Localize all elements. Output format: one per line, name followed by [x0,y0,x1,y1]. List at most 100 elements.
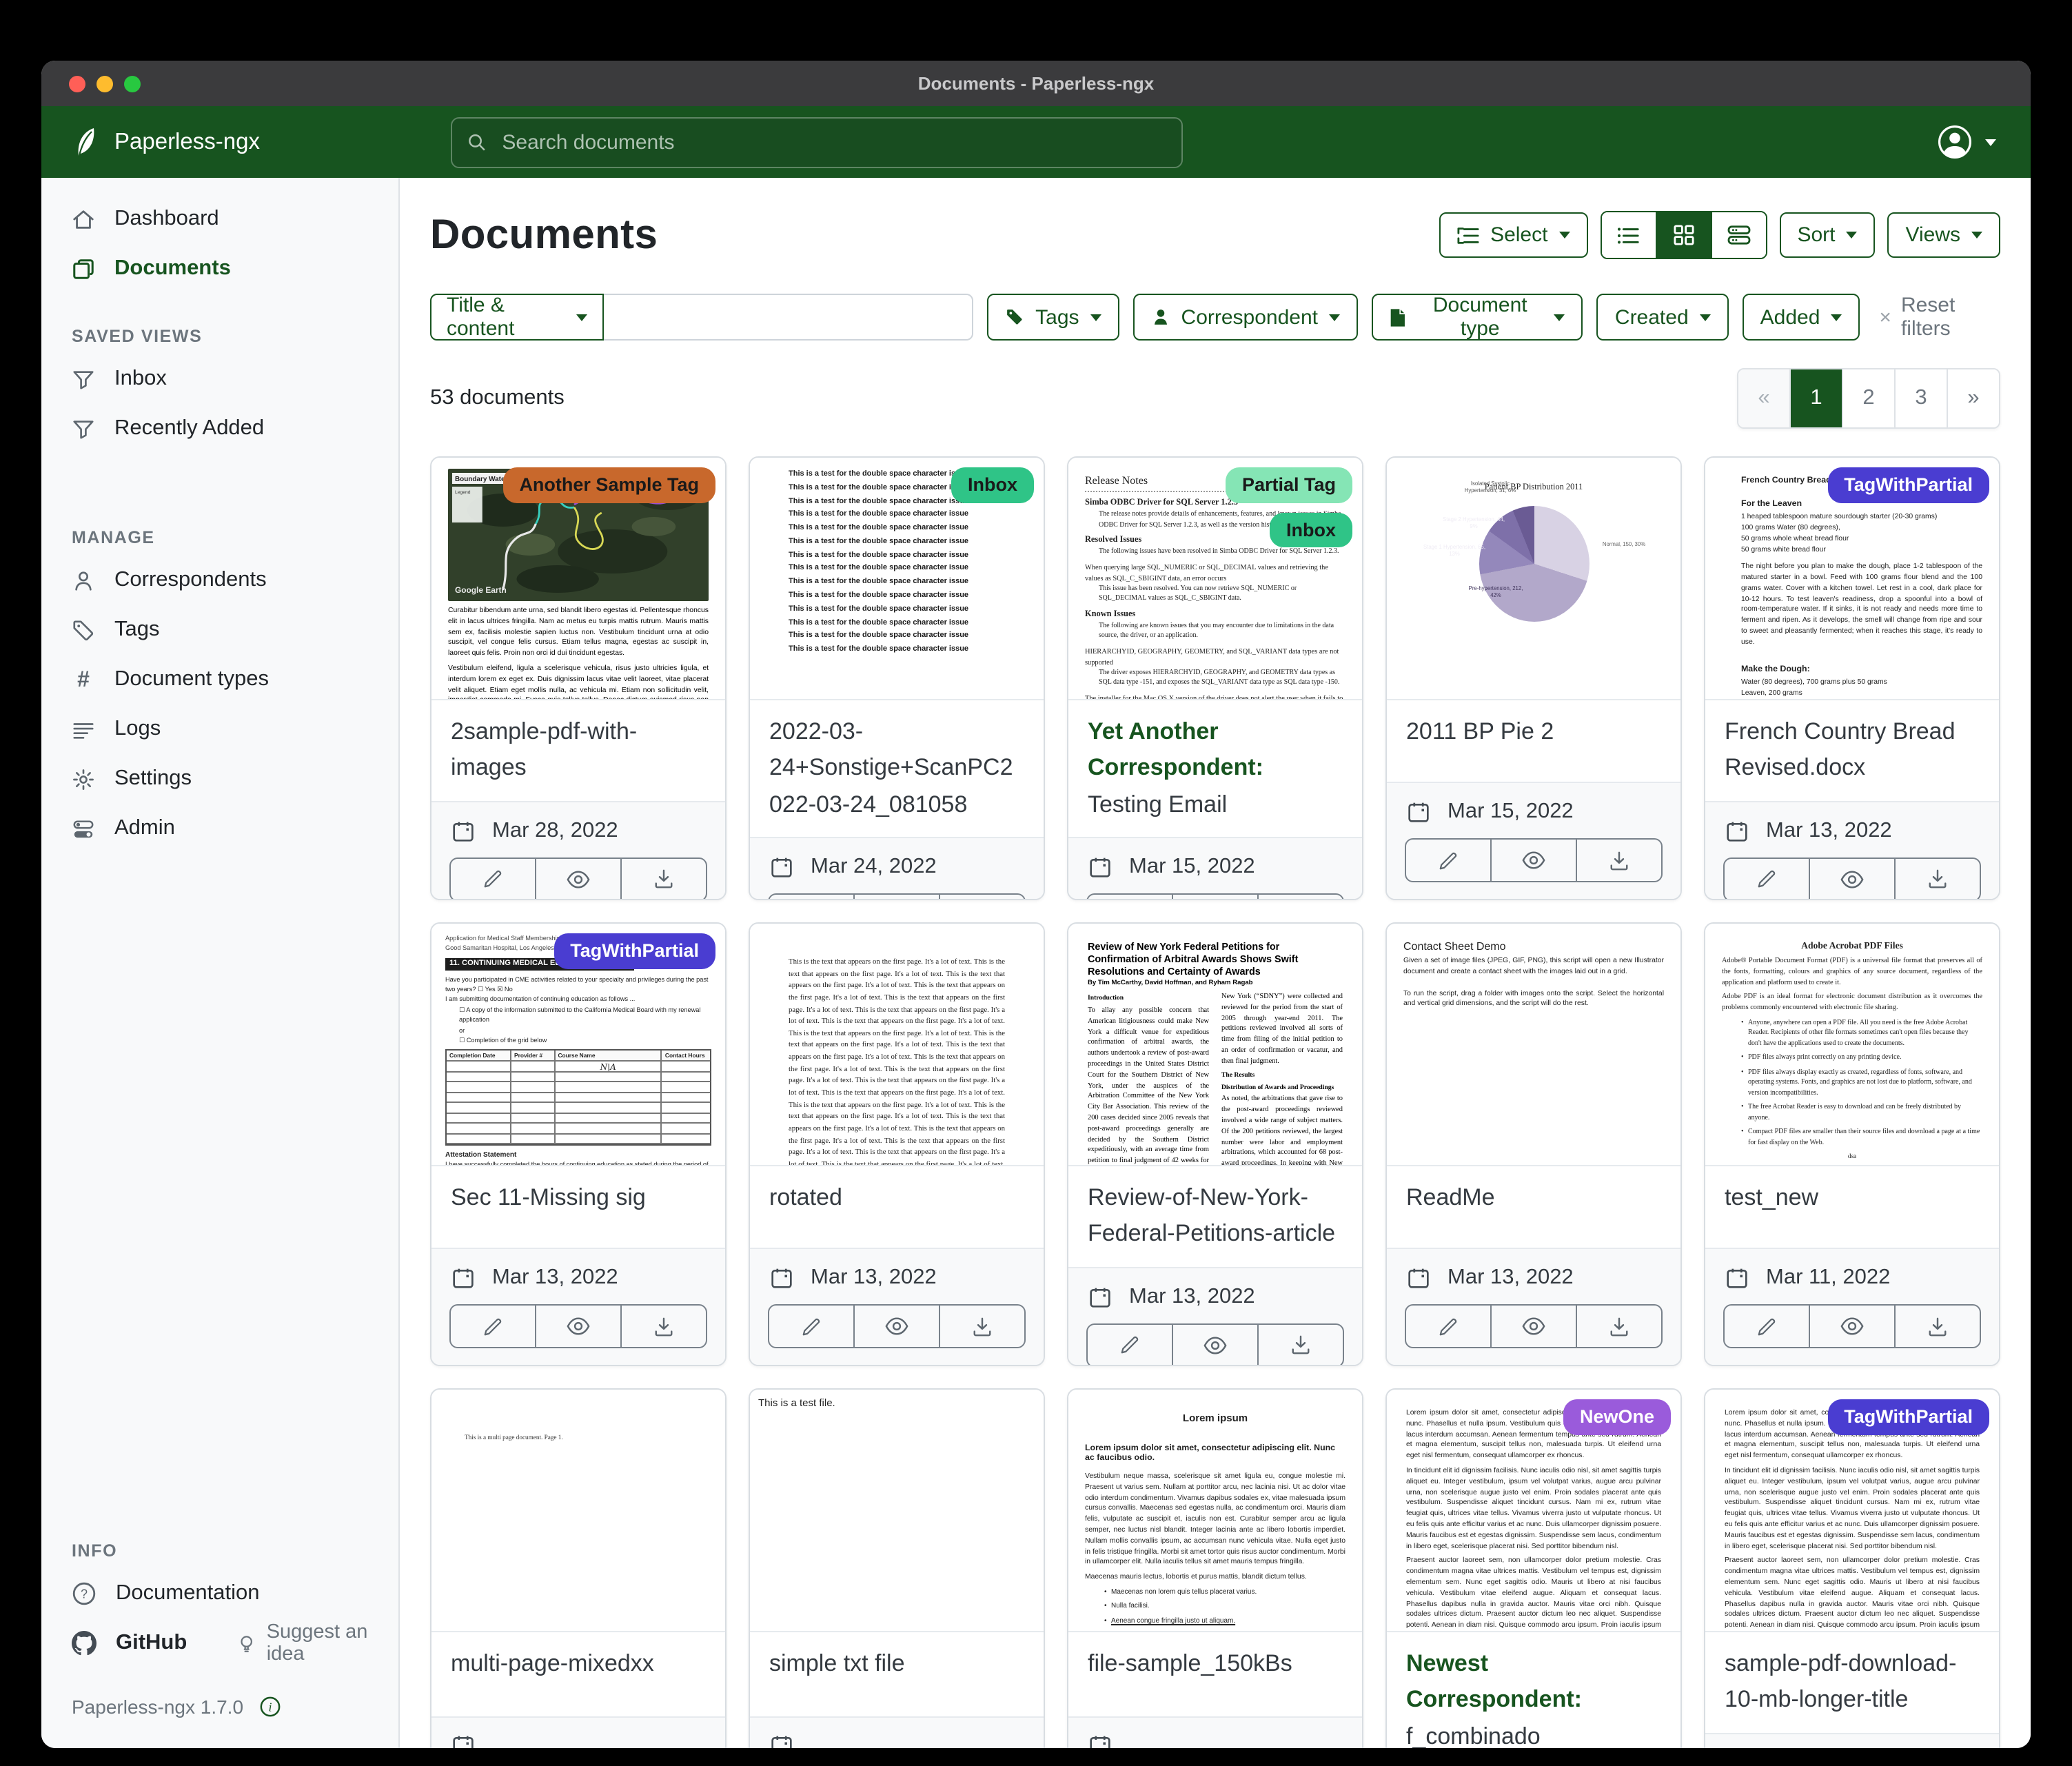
edit-button[interactable] [1725,1306,1809,1347]
filter-created-button[interactable]: Created [1597,294,1729,341]
edit-button[interactable] [1725,858,1809,900]
document-title[interactable]: Newest Correspondent: f_combinado [1387,1632,1680,1748]
document-title[interactable]: multi-page-mixedxx [431,1632,725,1716]
sidebar-item-documents[interactable]: Documents [41,244,398,294]
download-button[interactable] [1894,858,1980,900]
document-thumbnail[interactable]: This is the text that appears on the fir… [750,924,1044,1166]
tag-badge[interactable]: NewOne [1563,1399,1671,1434]
document-thumbnail[interactable]: Release NotesSimba ODBC Driver for SQL S… [1068,458,1362,700]
download-button[interactable] [939,895,1024,900]
view-button[interactable] [853,1306,939,1347]
tag-badge[interactable]: TagWithPartial [553,933,715,968]
download-button[interactable] [1576,1306,1661,1347]
view-button[interactable] [535,1306,620,1347]
edit-button[interactable] [1406,840,1490,881]
document-title[interactable]: 2022-03-24+Sonstige+ScanPC2022-03-24_081… [750,700,1044,837]
zoom-window-button[interactable] [124,75,141,92]
view-button[interactable] [535,858,620,900]
download-button[interactable] [1894,1306,1980,1347]
sidebar-item-settings[interactable]: Settings [41,754,398,804]
document-title[interactable]: Yet Another Correspondent: Testing Email [1068,700,1362,837]
document-thumbnail[interactable]: This is a test file. [750,1390,1044,1632]
document-title[interactable]: ReadMe [1387,1166,1680,1248]
document-title[interactable]: test_new [1705,1166,1999,1248]
document-title[interactable]: French Country Bread Revised.docx [1705,700,1999,800]
reset-filters-button[interactable]: × Reset filters [1879,294,2000,341]
edit-button[interactable] [1088,895,1172,900]
user-menu[interactable] [1937,124,2031,160]
sidebar-item-logs[interactable]: Logs [41,704,398,754]
filter-field-dropdown[interactable]: Title & content [430,294,604,341]
tag-badge[interactable]: Another Sample Tag [502,467,715,503]
sidebar-item-tags[interactable]: Tags [41,605,398,655]
info-circle-icon[interactable]: i [258,1696,281,1718]
tag-badge[interactable]: Inbox [1270,512,1352,547]
document-thumbnail[interactable]: Application for Medical Staff Membership… [431,924,725,1166]
download-button[interactable] [1257,1324,1343,1366]
tag-badge[interactable]: TagWithPartial [1827,467,1989,503]
document-thumbnail[interactable]: Patient BP Distribution 2011Isolated Sys… [1387,458,1680,700]
document-thumbnail[interactable]: This is a multi page document. Page 1. [431,1390,725,1632]
document-thumbnail[interactable]: This is a test for the double space char… [750,458,1044,700]
document-thumbnail[interactable]: Lorem ipsumLorem ipsum dolor sit amet, c… [1068,1390,1362,1632]
document-thumbnail[interactable]: Lorem ipsum dolor sit amet, consectetur … [1387,1390,1680,1632]
filter-tags-button[interactable]: Tags [987,294,1119,341]
view-list-button[interactable] [1601,212,1655,258]
sidebar-item-github[interactable]: GitHub [41,1618,201,1668]
tag-badge[interactable]: Partial Tag [1226,467,1352,503]
pagination-page-2[interactable]: 2 [1842,369,1894,427]
filter-query-input[interactable] [604,294,973,341]
edit-button[interactable] [1406,1306,1490,1347]
document-title[interactable]: simple txt file [750,1632,1044,1716]
edit-button[interactable] [451,1306,535,1347]
brand[interactable]: Paperless-ngx [41,127,409,157]
view-button[interactable] [1172,895,1257,900]
edit-button[interactable] [769,895,853,900]
view-grid-button[interactable] [1655,212,1710,258]
sidebar-item-document-types[interactable]: # Document types [41,655,398,704]
document-thumbnail[interactable]: Review of New York Federal Petitions for… [1068,924,1362,1166]
pagination-next[interactable]: » [1947,369,1999,427]
minimize-window-button[interactable] [97,75,113,92]
filter-document-type-button[interactable]: Document type [1372,294,1583,341]
views-dropdown-button[interactable]: Views [1888,212,2001,258]
edit-button[interactable] [451,858,535,900]
view-button[interactable] [853,895,939,900]
document-title[interactable]: sample-pdf-download-10-mb-longer-title [1705,1632,1999,1732]
document-thumbnail[interactable]: Boundary Waters TripLegendGoogle EarthCu… [431,458,725,700]
document-thumbnail[interactable]: Contact Sheet DemoGiven a set of image f… [1387,924,1680,1166]
pagination-page-3[interactable]: 3 [1894,369,1947,427]
tag-badge[interactable]: TagWithPartial [1827,1399,1989,1434]
close-window-button[interactable] [69,75,85,92]
document-title[interactable]: Sec 11-Missing sig [431,1166,725,1248]
document-title[interactable]: file-sample_150kBs [1068,1632,1362,1716]
sidebar-item-dashboard[interactable]: Dashboard [41,194,398,244]
filter-added-button[interactable]: Added [1743,294,1860,341]
global-search[interactable] [451,116,1183,168]
sidebar-item-recently-added[interactable]: Recently Added [41,404,398,454]
download-button[interactable] [1257,895,1343,900]
download-button[interactable] [939,1306,1024,1347]
pagination-page-1[interactable]: 1 [1789,369,1842,427]
sidebar-item-inbox[interactable]: Inbox [41,354,398,404]
edit-button[interactable] [1088,1324,1172,1366]
download-button[interactable] [620,1306,706,1347]
view-button[interactable] [1809,858,1894,900]
document-title[interactable]: Review-of-New-York-Federal-Petitions-art… [1068,1166,1362,1266]
edit-button[interactable] [769,1306,853,1347]
download-button[interactable] [620,858,706,900]
sidebar-item-documentation[interactable]: ? Documentation [41,1569,398,1618]
sidebar-item-admin[interactable]: Admin [41,804,398,853]
filter-correspondent-button[interactable]: Correspondent [1133,294,1358,341]
document-thumbnail[interactable]: Lorem ipsum dolor sit amet, consectetur … [1705,1390,1999,1632]
document-title[interactable]: 2011 BP Pie 2 [1387,700,1680,782]
sidebar-item-correspondents[interactable]: Correspondents [41,556,398,605]
view-button[interactable] [1172,1324,1257,1366]
select-dropdown-button[interactable]: Select [1439,212,1587,258]
view-button[interactable] [1490,1306,1576,1347]
view-button[interactable] [1809,1306,1894,1347]
document-title[interactable]: rotated [750,1166,1044,1248]
sort-dropdown-button[interactable]: Sort [1779,212,1875,258]
search-input[interactable] [499,129,1166,155]
view-button[interactable] [1490,840,1576,881]
